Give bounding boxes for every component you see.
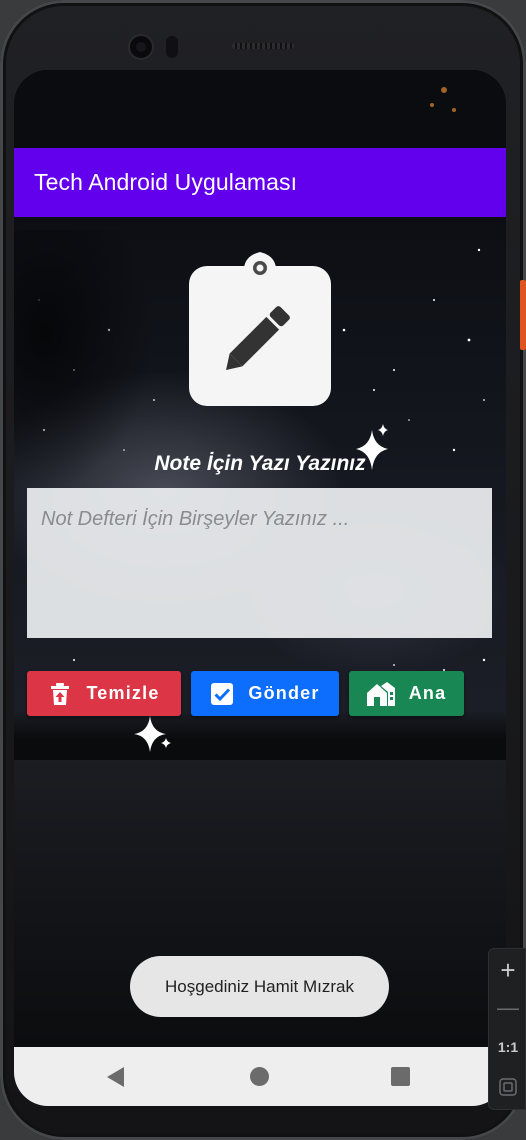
sparkle-icon (134, 716, 171, 752)
device-screen: Tech Android Uygulaması Note İçin Yazı Y… (14, 70, 506, 1106)
actual-size-button[interactable]: 1:1 (489, 1039, 526, 1055)
send-button[interactable]: Gönder (191, 671, 339, 716)
home-button-label: Ana (408, 683, 447, 703)
home-icon (366, 681, 395, 706)
note-text-input[interactable] (27, 488, 492, 638)
clear-button-label: Temizle (86, 683, 160, 703)
zoom-in-button[interactable]: + (489, 955, 526, 986)
system-navigation-bar (14, 1047, 506, 1106)
tree-silhouette (14, 230, 154, 490)
check-square-icon (211, 682, 234, 705)
toast-message: Hoşgediniz Hamit Mızrak (130, 956, 389, 1017)
app-title: Tech Android Uygulaması (34, 169, 298, 195)
device-frame: Tech Android Uygulaması Note İçin Yazı Y… (0, 0, 526, 1140)
send-button-label: Gönder (248, 683, 320, 703)
sparkle-icon (356, 424, 388, 470)
home-circle-icon[interactable] (250, 1067, 269, 1086)
zoom-out-button[interactable]: — (489, 995, 526, 1021)
back-triangle-icon[interactable] (106, 1066, 126, 1088)
earpiece-speaker (232, 43, 294, 49)
emulator-toolbar: + — 1:1 (488, 948, 526, 1110)
home-button[interactable]: Ana (349, 671, 464, 716)
app-bar: Tech Android Uygulaması (14, 148, 506, 217)
proximity-sensor (166, 36, 178, 58)
device-side-edge (520, 280, 526, 350)
clipboard-pencil-icon (189, 252, 331, 406)
front-camera (128, 34, 154, 60)
note-prompt-label: Note İçin Yazı Yazınız (154, 452, 366, 475)
trash-icon (51, 682, 70, 705)
clear-button[interactable]: Temizle (27, 671, 181, 716)
toast-text: Hoşgediniz Hamit Mızrak (165, 976, 354, 996)
fit-screen-icon (499, 1078, 517, 1096)
recents-square-icon[interactable] (391, 1067, 410, 1086)
treeline-silhouette (14, 710, 506, 760)
fit-screen-button[interactable] (489, 1077, 526, 1102)
